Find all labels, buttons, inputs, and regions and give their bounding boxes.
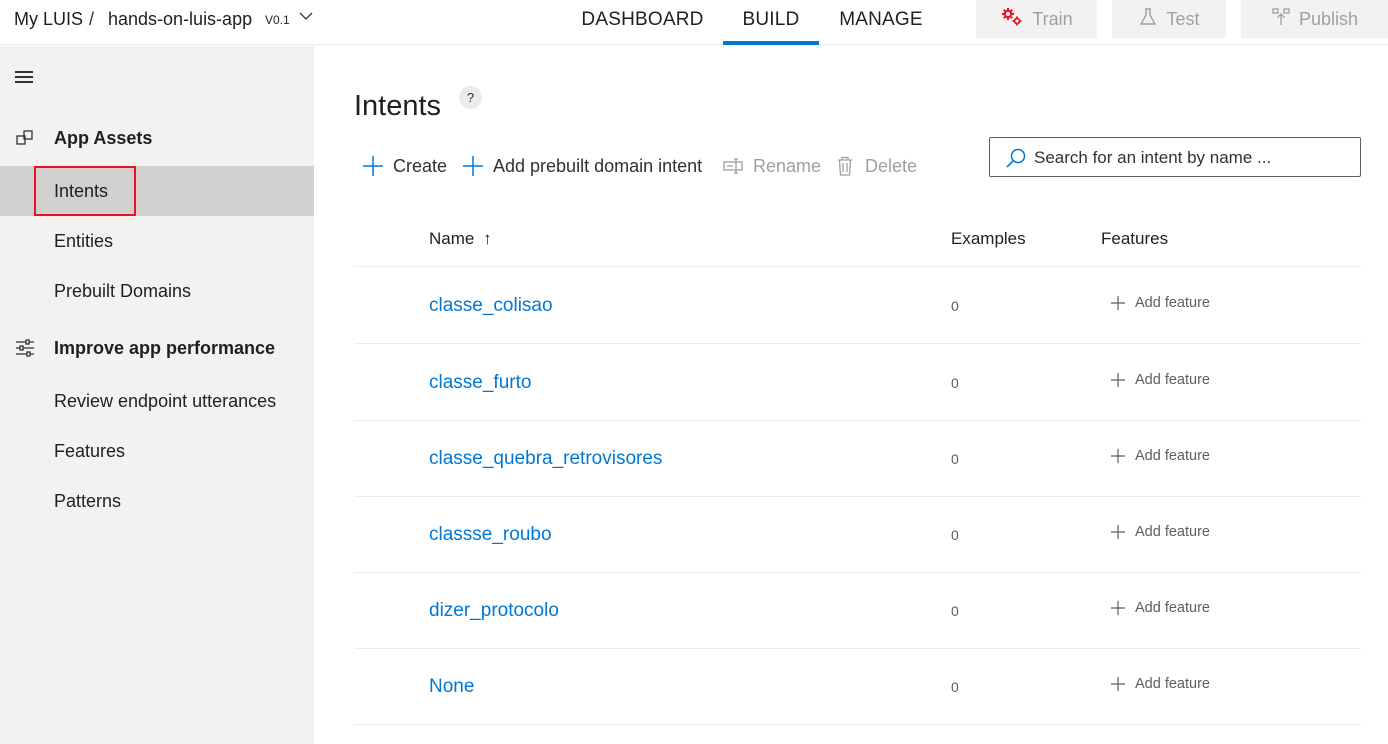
delete-label: Delete [865, 155, 918, 176]
sidebar-item-prebuilt-domains[interactable]: Prebuilt Domains [0, 266, 314, 316]
test-button[interactable]: Test [1112, 0, 1226, 38]
tab-label: DASHBOARD [581, 9, 704, 30]
examples-count: 0 [951, 603, 959, 619]
search-box [989, 137, 1361, 177]
train-button[interactable]: Train [976, 0, 1097, 38]
add-feature-label: Add feature [1135, 524, 1210, 540]
help-icon[interactable]: ? [459, 86, 482, 109]
add-feature-button[interactable]: Add feature [1110, 524, 1210, 540]
sort-ascending-icon: ↑ [483, 229, 492, 248]
sidebar-item-patterns[interactable]: Patterns [0, 476, 314, 526]
create-button[interactable]: Create [362, 153, 447, 179]
version-label: V0.1 [265, 13, 290, 27]
gears-icon [1000, 7, 1024, 32]
add-feature-label: Add feature [1135, 295, 1210, 311]
add-feature-button[interactable]: Add feature [1110, 676, 1210, 692]
sidebar-item-label: Features [54, 441, 126, 461]
examples-count: 0 [951, 679, 959, 695]
tab-label: MANAGE [839, 9, 923, 30]
intent-name-link[interactable]: classse_roubo [429, 524, 552, 546]
sidebar-item-review-endpoint[interactable]: Review endpoint utterances [0, 376, 314, 426]
table-row: classe_colisao 0 Add feature [354, 267, 1361, 344]
publish-button[interactable]: Publish [1241, 0, 1388, 38]
table-row: classe_furto 0 Add feature [354, 344, 1361, 421]
tab-build[interactable]: BUILD [723, 0, 819, 45]
top-bar: My LUIS / hands-on-luis-app V0.1 DASHBOA… [0, 0, 1388, 45]
add-feature-button[interactable]: Add feature [1110, 600, 1210, 616]
examples-count: 0 [951, 298, 959, 314]
add-prebuilt-label: Add prebuilt domain intent [493, 155, 703, 176]
table-row: classse_roubo 0 Add feature [354, 496, 1361, 573]
test-label: Test [1166, 8, 1200, 29]
intent-name-link[interactable]: classe_colisao [429, 295, 553, 317]
column-header-name[interactable]: Name ↑ [429, 229, 492, 249]
sidebar-item-features[interactable]: Features [0, 426, 314, 476]
page-title: Intents [354, 90, 442, 122]
publish-icon [1271, 7, 1291, 32]
sliders-icon [15, 338, 35, 358]
breadcrumb-separator: / [89, 9, 95, 29]
breadcrumb-my-luis[interactable]: My LUIS [14, 9, 83, 30]
intent-name-link[interactable]: dizer_protocolo [429, 600, 559, 622]
plus-icon [1111, 296, 1125, 310]
group-label: Improve app performance [54, 338, 276, 358]
plus-icon [462, 155, 484, 177]
plus-icon [1111, 677, 1125, 691]
create-label: Create [393, 155, 448, 176]
add-feature-button[interactable]: Add feature [1110, 448, 1210, 464]
plus-icon [362, 155, 384, 177]
sidebar-item-label: Patterns [54, 491, 122, 511]
examples-count: 0 [951, 375, 959, 391]
column-header-examples[interactable]: Examples [951, 229, 1026, 249]
sidebar-item-label: Review endpoint utterances [54, 391, 277, 411]
sidebar: App Assets Intents Entities Prebuilt Dom… [0, 46, 314, 744]
trash-icon [834, 155, 856, 177]
plus-icon [1111, 449, 1125, 463]
plus-icon [1111, 525, 1125, 539]
chevron-down-icon[interactable] [298, 8, 314, 29]
breadcrumb-app-name[interactable]: hands-on-luis-app [108, 9, 252, 30]
add-prebuilt-domain-intent-button[interactable]: Add prebuilt domain intent [462, 153, 702, 179]
tab-dashboard[interactable]: DASHBOARD [570, 0, 715, 45]
add-feature-label: Add feature [1135, 448, 1210, 464]
rename-label: Rename [753, 155, 822, 176]
tab-label: BUILD [742, 9, 800, 30]
intent-name-link[interactable]: None [429, 676, 474, 698]
column-header-label: Name [429, 229, 475, 248]
sidebar-group-app-assets[interactable]: App Assets [0, 123, 314, 153]
delete-button[interactable]: Delete [834, 153, 917, 179]
examples-count: 0 [951, 451, 959, 467]
rename-icon [722, 155, 744, 177]
sidebar-item-label: Prebuilt Domains [54, 281, 192, 301]
examples-count: 0 [951, 527, 959, 543]
train-label: Train [1032, 8, 1073, 29]
flask-icon [1138, 7, 1158, 32]
add-feature-label: Add feature [1135, 600, 1210, 616]
intent-name-link[interactable]: classe_quebra_retrovisores [429, 448, 662, 470]
hamburger-menu-icon[interactable] [15, 71, 33, 86]
sidebar-item-intents[interactable]: Intents [0, 166, 314, 216]
search-icon [1005, 147, 1027, 169]
table-row: None 0 Add feature [354, 648, 1361, 725]
intent-name-link[interactable]: classe_furto [429, 372, 531, 394]
add-feature-button[interactable]: Add feature [1110, 295, 1210, 311]
rename-button[interactable]: Rename [722, 153, 821, 179]
plus-icon [1111, 373, 1125, 387]
add-feature-label: Add feature [1135, 372, 1210, 388]
sidebar-item-label: Entities [54, 231, 114, 251]
add-feature-label: Add feature [1135, 676, 1210, 692]
search-input[interactable] [1034, 145, 1352, 171]
plus-icon [1111, 601, 1125, 615]
group-label: App Assets [54, 128, 153, 148]
tab-manage[interactable]: MANAGE [826, 0, 936, 45]
column-header-features[interactable]: Features [1101, 229, 1168, 249]
app-assets-icon [15, 128, 35, 148]
publish-label: Publish [1298, 8, 1359, 29]
sidebar-group-improve[interactable]: Improve app performance [0, 333, 314, 363]
add-feature-button[interactable]: Add feature [1110, 372, 1210, 388]
table-row: dizer_protocolo 0 Add feature [354, 572, 1361, 649]
sidebar-item-label: Intents [54, 181, 109, 201]
table-row: classe_quebra_retrovisores 0 Add feature [354, 420, 1361, 497]
sidebar-item-entities[interactable]: Entities [0, 216, 314, 266]
